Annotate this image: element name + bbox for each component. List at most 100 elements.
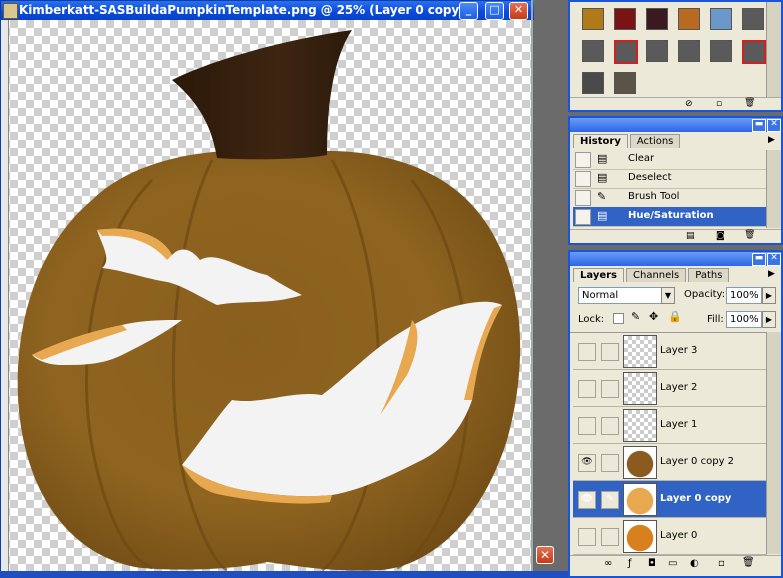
panel-menu-arrow-icon[interactable]: ▶ [768, 269, 775, 279]
secondary-close-button[interactable]: ✕ [536, 546, 554, 564]
color-swatch[interactable] [614, 40, 638, 64]
layer-row[interactable]: Layer 1 [573, 407, 767, 444]
brush-icon: ✎ [597, 190, 607, 203]
minimize-panel-icon[interactable]: ▬ [752, 253, 766, 266]
blend-mode-select[interactable]: Normal [578, 287, 668, 304]
layer-row[interactable]: Layer 3 [573, 333, 767, 370]
link-icon[interactable] [601, 417, 619, 435]
lock-brush-icon[interactable]: ✎ [631, 310, 640, 323]
tab-history[interactable]: History [573, 134, 628, 148]
layer-row[interactable]: 👁 Layer 0 copy 2 [573, 444, 767, 481]
history-item[interactable]: ▤ Deselect [573, 169, 767, 189]
close-panel-icon[interactable]: ✕ [767, 253, 781, 266]
lock-all-icon[interactable]: 🔒 [668, 310, 682, 323]
eye-icon[interactable]: 👁 [578, 491, 596, 509]
history-scrollbar[interactable] [766, 150, 781, 228]
left-ruler-strip [1, 20, 9, 572]
color-swatch[interactable] [678, 40, 700, 62]
layer-row[interactable]: Layer 2 [573, 370, 767, 407]
color-swatch[interactable] [646, 40, 668, 62]
eye-icon[interactable] [578, 417, 596, 435]
link-icon[interactable] [601, 454, 619, 472]
panel-menu-arrow-icon[interactable]: ▶ [768, 135, 775, 145]
history-item-label: Brush Tool [628, 191, 680, 202]
layer-row[interactable]: Layer 0 [573, 518, 767, 555]
layers-panel: ▬ ✕ Layers Channels Paths ▶ Normal ▼ Opa… [568, 250, 783, 578]
brush-icon[interactable]: ✎ [601, 491, 619, 509]
opacity-arrow-icon[interactable]: ▶ [762, 287, 776, 304]
trash-icon[interactable]: 🗑 [742, 557, 755, 568]
color-swatch[interactable] [742, 40, 766, 64]
lock-transparency-icon[interactable] [613, 313, 624, 324]
layer-name: Layer 0 copy [660, 493, 732, 504]
document-window: Kimberkatt-SASBuildaPumpkinTemplate.png … [0, 0, 534, 578]
opacity-input[interactable]: 100% [726, 287, 762, 304]
eye-icon[interactable]: 👁 [578, 454, 596, 472]
tab-layers[interactable]: Layers [573, 268, 624, 282]
layer-thumbnail [623, 520, 657, 553]
snapshot-camera-icon[interactable]: ◙ [716, 231, 725, 241]
new-group-icon[interactable]: ▭ [668, 558, 677, 569]
document-title: Kimberkatt-SASBuildaPumpkinTemplate.png … [19, 3, 477, 17]
history-source-box[interactable] [575, 190, 591, 206]
close-button[interactable]: ✕ [509, 2, 528, 20]
tab-paths[interactable]: Paths [688, 268, 730, 282]
new-layer-icon[interactable]: ▫ [718, 558, 725, 569]
link-icon[interactable] [601, 380, 619, 398]
trash-icon[interactable]: 🗑 [744, 230, 755, 240]
lock-move-icon[interactable]: ✥ [649, 310, 658, 323]
opacity-label: Opacity: [684, 289, 726, 300]
color-swatch[interactable] [582, 72, 604, 94]
layer-row[interactable]: 👁 ✎ Layer 0 copy [573, 481, 767, 518]
layers-scrollbar[interactable] [766, 332, 781, 554]
document-scrollbar[interactable] [531, 0, 533, 578]
history-list: ▤ Clear ▤ Deselect ✎ Brush Tool ▤ Hue/Saturatio… [570, 150, 781, 228]
eye-icon[interactable] [578, 380, 596, 398]
color-swatch[interactable] [582, 8, 604, 30]
link-icon[interactable] [601, 343, 619, 361]
color-swatch[interactable] [710, 40, 732, 62]
no-entry-icon[interactable]: ⊘ [685, 99, 693, 109]
color-swatch[interactable] [614, 72, 636, 94]
color-swatch[interactable] [710, 8, 732, 30]
document-title-bar[interactable]: Kimberkatt-SASBuildaPumpkinTemplate.png … [1, 1, 534, 20]
document-icon: ▤ [597, 171, 608, 184]
link-layers-icon[interactable]: ∞ [604, 558, 612, 569]
tab-channels[interactable]: Channels [626, 268, 687, 282]
new-swatch-icon[interactable]: ▫ [716, 99, 722, 109]
history-source-box[interactable] [575, 209, 591, 225]
history-source-box[interactable] [575, 171, 591, 187]
history-footer: ▤ ◙ 🗑 [570, 229, 781, 243]
add-style-icon[interactable]: ƒ [628, 558, 632, 569]
history-source-box[interactable] [575, 152, 591, 168]
minimize-button[interactable]: _ [459, 2, 478, 20]
new-document-from-state-icon[interactable]: ▤ [686, 231, 695, 241]
layers-panel-titlebar[interactable]: ▬ ✕ [570, 252, 781, 266]
maximize-button[interactable]: □ [485, 2, 504, 20]
eye-icon[interactable] [578, 528, 596, 546]
color-swatch[interactable] [582, 40, 604, 62]
history-panel-titlebar[interactable]: ▬ ✕ [570, 118, 781, 132]
minimize-panel-icon[interactable]: ▬ [752, 119, 766, 132]
adjustment-layer-icon[interactable]: ◐ [690, 558, 699, 569]
color-swatch[interactable] [646, 8, 668, 30]
layer-name: Layer 1 [660, 419, 698, 430]
tab-actions[interactable]: Actions [629, 134, 681, 148]
history-item[interactable]: ✎ Brush Tool [573, 188, 767, 208]
close-panel-icon[interactable]: ✕ [767, 119, 781, 132]
layer-thumbnail [623, 335, 657, 368]
color-swatch[interactable] [678, 8, 700, 30]
add-mask-icon[interactable]: ◘ [648, 558, 656, 569]
trash-icon[interactable]: 🗑 [744, 98, 755, 108]
link-icon[interactable] [601, 528, 619, 546]
history-item[interactable]: ▤ Clear [573, 150, 767, 170]
swatches-scrollbar[interactable] [766, 2, 781, 97]
image-canvas[interactable] [2, 20, 532, 572]
chevron-down-icon[interactable]: ▼ [661, 287, 675, 304]
fill-input[interactable]: 100% [726, 311, 762, 328]
fill-arrow-icon[interactable]: ▶ [762, 311, 776, 328]
history-item[interactable]: ▤ Hue/Saturation [573, 207, 767, 227]
color-swatch[interactable] [614, 8, 636, 30]
eye-icon[interactable] [578, 343, 596, 361]
color-swatch[interactable] [742, 8, 764, 30]
